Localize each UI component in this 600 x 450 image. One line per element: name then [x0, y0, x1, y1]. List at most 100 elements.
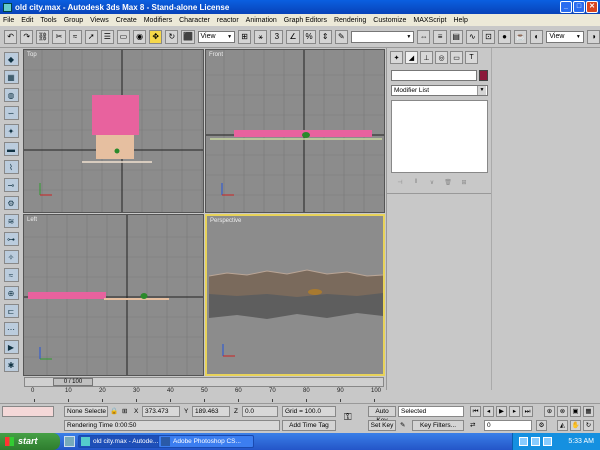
layer-manager-icon[interactable]: ▤ [449, 29, 463, 44]
render-type-dropdown[interactable]: View ▼ [546, 30, 584, 43]
hierarchy-tab-icon[interactable]: ⊥ [420, 51, 433, 64]
key-set-icon[interactable]: ✎ [400, 420, 405, 431]
snaps-toggle-icon[interactable]: 3 [270, 29, 284, 44]
select-manipulate-icon[interactable]: ⚹ [254, 29, 268, 44]
menu-reactor[interactable]: reactor [217, 17, 239, 24]
key-filters-button[interactable]: Key Filters... [412, 420, 464, 431]
viewport-perspective[interactable]: Perspective [205, 214, 385, 376]
schematic-view-icon[interactable]: ⊡ [481, 29, 495, 44]
mirror-icon[interactable]: ⇔ [417, 29, 431, 44]
menu-edit[interactable]: Edit [21, 17, 33, 24]
spinner-snap-icon[interactable]: ⇕ [318, 29, 332, 44]
render-last-icon[interactable]: ◑ [586, 29, 600, 44]
add-time-tag-button[interactable]: Add Time Tag [282, 420, 336, 431]
pin-stack-icon[interactable]: ⊣ [395, 179, 405, 188]
zoom-icon[interactable]: ⊕ [544, 406, 555, 417]
menu-rendering[interactable]: Rendering [334, 17, 366, 24]
modifier-list-dropdown[interactable]: Modifier List ▼ [391, 85, 488, 96]
motion-tab-icon[interactable]: ◎ [435, 51, 448, 64]
curve-editor-icon[interactable]: ∿ [465, 29, 479, 44]
deforming-mesh-icon[interactable]: ✦ [3, 124, 19, 138]
viewport-top[interactable]: Top [23, 49, 204, 213]
menu-group[interactable]: Group [64, 17, 83, 24]
go-to-start-icon[interactable]: ⏮ [470, 406, 481, 417]
zoom-extents-icon[interactable]: ▣ [570, 406, 581, 417]
network-icon[interactable] [519, 437, 528, 446]
quick-render-icon[interactable]: ◐ [530, 29, 544, 44]
close-button[interactable]: ✕ [586, 1, 598, 13]
select-by-name-icon[interactable]: ☰ [100, 29, 114, 44]
object-color-swatch[interactable] [479, 70, 488, 81]
redo-icon[interactable]: ↷ [20, 29, 34, 44]
z-coordinate-field[interactable]: 0.0 [242, 406, 278, 417]
arc-rotate-icon[interactable]: ↻ [583, 420, 594, 431]
toy-car-icon[interactable]: ⊶ [3, 232, 19, 246]
menu-graph-editors[interactable]: Graph Editors [284, 17, 327, 24]
security-icon[interactable] [543, 437, 552, 446]
pivot-center-icon[interactable]: ⊞ [238, 29, 252, 44]
absolute-mode-icon[interactable]: ⊞ [122, 406, 127, 417]
render-scene-icon[interactable]: ☕ [514, 29, 528, 44]
create-animation-icon[interactable]: ✱ [3, 358, 19, 372]
track-bar[interactable]: 0 10 20 30 40 50 60 70 80 90 100 [24, 388, 384, 402]
zoom-all-icon[interactable]: ⊗ [557, 406, 568, 417]
menu-animation[interactable]: Animation [246, 17, 277, 24]
rigid-body-collection-icon[interactable]: ◆ [3, 52, 19, 66]
configure-modifier-sets-icon[interactable]: ⊞ [459, 179, 469, 188]
modifier-stack[interactable] [391, 100, 488, 173]
time-configuration-icon[interactable]: ⚙ [536, 420, 547, 431]
rect-selection-icon[interactable]: ▭ [116, 29, 130, 44]
menu-customize[interactable]: Customize [373, 17, 406, 24]
soft-body-collection-icon[interactable]: ◍ [3, 88, 19, 102]
start-button[interactable]: start [0, 433, 60, 450]
select-rotate-icon[interactable]: ↻ [165, 29, 179, 44]
align-icon[interactable]: ≡ [433, 29, 447, 44]
menu-views[interactable]: Views [90, 17, 109, 24]
viewport-front[interactable]: Front [205, 49, 385, 213]
volume-icon[interactable] [531, 437, 540, 446]
time-slider-thumb[interactable]: 0 / 100 [53, 378, 93, 386]
edit-named-selection-icon[interactable]: ✎ [334, 29, 348, 44]
menu-modifiers[interactable]: Modifiers [144, 17, 172, 24]
menu-tools[interactable]: Tools [40, 17, 56, 24]
x-coordinate-field[interactable]: 373.473 [142, 406, 180, 417]
next-frame-icon[interactable]: ▸ [509, 406, 520, 417]
previous-frame-icon[interactable]: ◂ [483, 406, 494, 417]
preview-animation-icon[interactable]: ▶ [3, 340, 19, 354]
modify-tab-icon[interactable]: ◢ [405, 51, 418, 64]
time-slider[interactable]: 0 / 100 [24, 377, 384, 387]
lock-icon[interactable]: 🔒 [110, 406, 118, 417]
fracture-icon[interactable]: ✧ [3, 250, 19, 264]
menu-create[interactable]: Create [116, 17, 137, 24]
remove-modifier-icon[interactable]: 🗑 [443, 179, 453, 188]
rope-collection-icon[interactable]: ∽ [3, 106, 19, 120]
select-link-icon[interactable]: ⛓ [36, 29, 50, 44]
menu-character[interactable]: Character [179, 17, 210, 24]
key-mode-dropdown[interactable]: Selected [398, 406, 464, 417]
unlink-icon[interactable]: ✂ [52, 29, 66, 44]
bind-space-warp-icon[interactable]: ≈ [68, 29, 82, 44]
dashpot-icon[interactable]: ⊸ [3, 178, 19, 192]
zoom-extents-all-icon[interactable]: ▦ [583, 406, 594, 417]
menu-file[interactable]: File [3, 17, 14, 24]
select-move-icon[interactable]: ✥ [149, 29, 163, 44]
menu-maxscript[interactable]: MAXScript [413, 17, 446, 24]
set-key-button[interactable]: Set Key [368, 420, 396, 431]
task-photoshop[interactable]: Adobe Photoshop CS... [158, 435, 254, 448]
menu-help[interactable]: Help [453, 17, 467, 24]
named-selection-dropdown[interactable]: ▼ [350, 30, 415, 43]
key-mode-toggle-icon[interactable]: ⇄ [470, 420, 475, 431]
quick-launch-ie-icon[interactable] [64, 436, 75, 447]
create-tab-icon[interactable]: ✦ [390, 51, 403, 64]
angle-snap-icon[interactable]: ∠ [286, 29, 300, 44]
percent-snap-icon[interactable]: % [302, 29, 316, 44]
motor-icon[interactable]: ⚙ [3, 196, 19, 210]
select-object-icon[interactable]: ➚ [84, 29, 98, 44]
y-coordinate-field[interactable]: 189.463 [192, 406, 230, 417]
field-of-view-icon[interactable]: ◭ [557, 420, 568, 431]
current-frame-field[interactable]: 0 [484, 420, 532, 431]
display-tab-icon[interactable]: ▭ [450, 51, 463, 64]
material-editor-icon[interactable]: ● [497, 29, 512, 44]
make-unique-icon[interactable]: ∨ [427, 179, 437, 188]
maximize-button[interactable]: □ [573, 1, 585, 13]
